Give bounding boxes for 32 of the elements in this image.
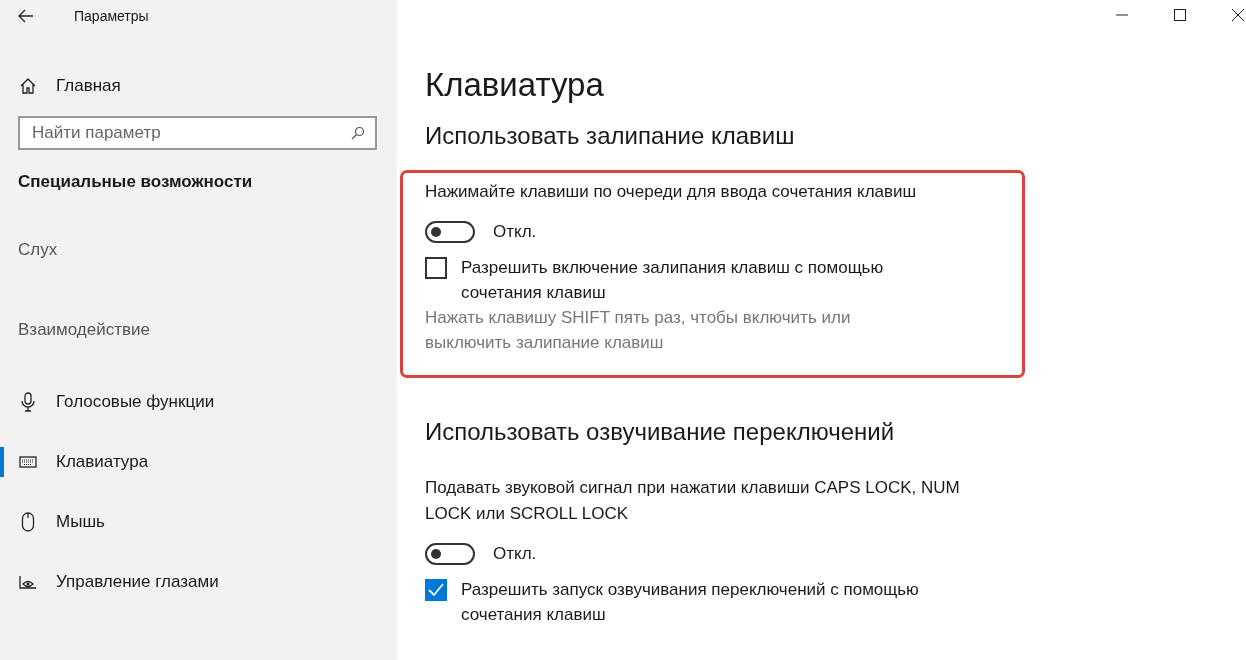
category-title: Специальные возможности (17, 171, 254, 193)
home-link[interactable]: Главная (0, 56, 397, 116)
maximize-icon[interactable] (1174, 9, 1186, 21)
toggle-switch[interactable] (425, 543, 475, 565)
setting-label: Нажимайте клавиши по очереди для ввода сочетания клавиш (425, 181, 918, 203)
page-title: Клавиатура (425, 66, 605, 104)
window-title: Параметры (74, 8, 149, 24)
sidebar-item[interactable]: Управление глазами (0, 552, 397, 612)
checkbox[interactable] (425, 579, 447, 601)
toggle-state: Откл. (493, 222, 537, 242)
toggle-switch[interactable] (425, 221, 475, 243)
search-icon (351, 126, 365, 140)
microphone-icon (19, 392, 37, 412)
toggle-state: Откл. (493, 544, 537, 564)
back-arrow-icon[interactable] (18, 9, 34, 23)
section-heading: Использовать озвучивание переключений (425, 418, 896, 446)
setting-label: Подавать звуковой сигнал при нажатии клавиши CAPS LOCK, NUM LOCK или SCROLL LOCK (425, 477, 961, 525)
checkbox-label: Разрешить включение залипания клавиш с помощью сочетания клавиш (461, 257, 885, 304)
group-heading: Взаимодействие (17, 319, 151, 341)
checkbox-label: Разрешить запуск озвучивания переключений с помощью сочетания клавиш (461, 579, 920, 626)
section-heading: Использовать залипание клавиш (425, 122, 796, 150)
group-heading: Слух (17, 239, 59, 261)
sidebar-item[interactable]: Мышь (0, 492, 397, 552)
keyboard-icon (19, 456, 37, 468)
home-icon (19, 77, 37, 95)
search-field[interactable]: Найти параметр (18, 116, 377, 150)
eye-icon (19, 574, 37, 590)
sidebar-item[interactable]: Голосовые функции (0, 372, 397, 432)
setting-description: Нажать клавишу SHIFT пять раз, чтобы включить или выключить залипание клавиш (425, 307, 852, 354)
close-icon[interactable] (1232, 9, 1244, 21)
checkbox[interactable] (425, 257, 447, 279)
mouse-icon (19, 512, 37, 532)
